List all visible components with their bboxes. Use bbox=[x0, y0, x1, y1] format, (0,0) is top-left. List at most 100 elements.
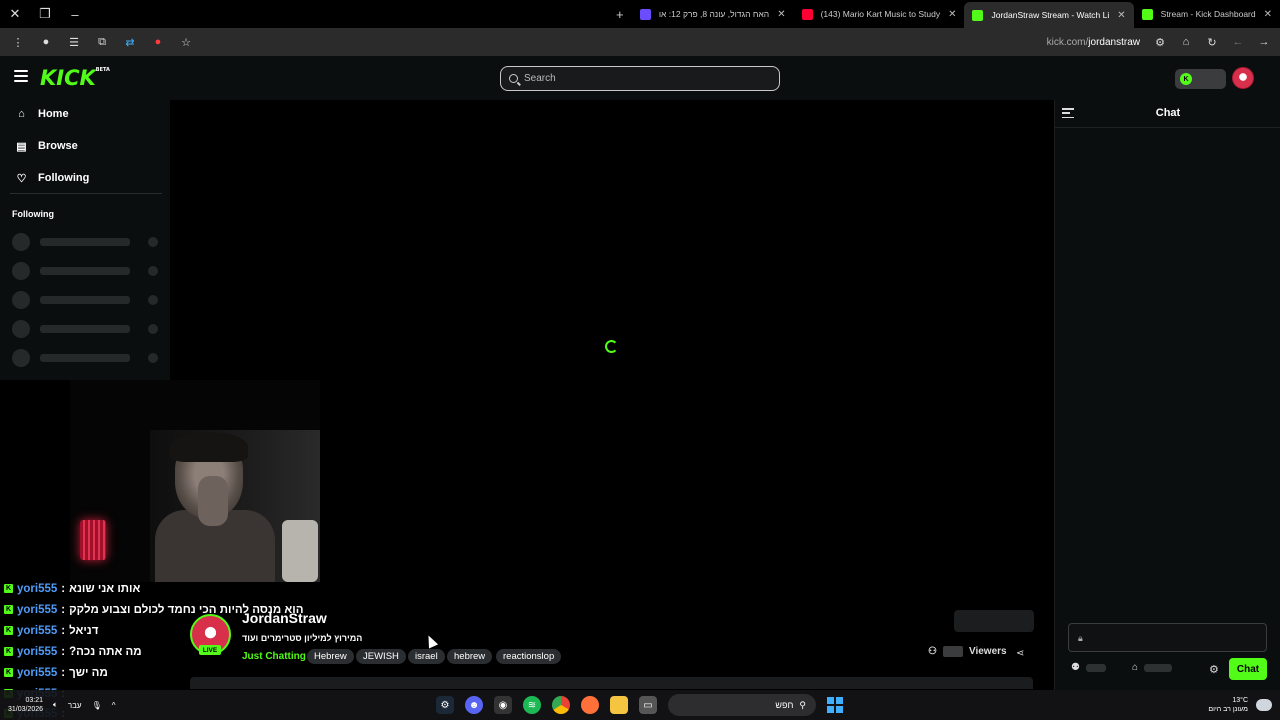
sidebar-item-label: Home bbox=[38, 108, 69, 120]
stream-tag[interactable]: hebrew bbox=[447, 649, 493, 664]
search-input[interactable] bbox=[524, 73, 754, 84]
window-close-icon[interactable]: ✕ bbox=[0, 0, 30, 28]
obs-icon[interactable]: ◉ bbox=[494, 696, 512, 714]
discord-icon[interactable]: ☻ bbox=[465, 696, 483, 714]
taskbar-clock[interactable]: 03:21 31/03/2026 bbox=[8, 696, 43, 714]
tab-close-icon[interactable]: ✕ bbox=[1117, 10, 1125, 21]
sidebar-item-home[interactable]: ⌂ Home bbox=[16, 108, 69, 120]
chat-tools: ⚉ ⌂ bbox=[1071, 662, 1173, 673]
channel-name[interactable]: JordanStraw bbox=[242, 610, 327, 626]
sidebar-item-following[interactable]: ♡ Following bbox=[16, 172, 90, 185]
home-browser-icon[interactable]: ⌂ bbox=[1176, 32, 1196, 52]
kick-logo[interactable]: KICKBETA bbox=[40, 66, 110, 90]
following-skeleton-item bbox=[12, 233, 162, 251]
viewers-number-placeholder bbox=[942, 646, 963, 657]
points-icon[interactable]: ⚉ bbox=[1071, 662, 1080, 673]
profile-icon[interactable]: ● bbox=[34, 30, 58, 54]
viewers-icon: ⚇ bbox=[928, 646, 937, 657]
chat-send-button[interactable]: Chat bbox=[1229, 658, 1267, 680]
sidebar-item-browse[interactable]: ▤ Browse bbox=[16, 140, 77, 153]
firefox-icon[interactable] bbox=[581, 696, 599, 714]
follow-button-placeholder[interactable] bbox=[954, 610, 1034, 632]
info-strip bbox=[190, 677, 1033, 689]
overlay-chat-message: Kyori555: דניאל bbox=[4, 624, 99, 637]
new-tab-button[interactable]: + bbox=[608, 7, 632, 22]
window-minimize-icon[interactable]: – bbox=[60, 0, 90, 28]
search-icon: ⚲ bbox=[799, 699, 806, 710]
weather-widget[interactable]: 13°C מעונן רב היום bbox=[1208, 696, 1248, 714]
stream-category[interactable]: Just Chatting bbox=[242, 651, 306, 662]
live-toggle[interactable]: K bbox=[1175, 69, 1226, 89]
channel13-favicon-icon bbox=[639, 8, 651, 20]
following-skeleton-item bbox=[12, 349, 162, 367]
extension-record-icon[interactable]: ● bbox=[146, 30, 170, 54]
user-avatar[interactable] bbox=[1232, 67, 1254, 89]
extensions-icon[interactable]: ⧉ bbox=[90, 30, 114, 54]
windows-start-icon[interactable] bbox=[827, 697, 843, 713]
app-window-icon[interactable]: ▭ bbox=[639, 696, 657, 714]
loading-spinner-icon bbox=[605, 340, 618, 353]
share-icon[interactable]: ⋖ bbox=[1016, 648, 1024, 659]
language-indicator[interactable]: עבר bbox=[68, 701, 82, 710]
store-placeholder bbox=[1144, 663, 1173, 672]
webcam-overlay bbox=[70, 380, 320, 582]
tab-mario-kart-music[interactable]: (143) Mario Kart Music to Study ✕ bbox=[794, 0, 965, 28]
sidebar-item-label: Following bbox=[38, 172, 90, 184]
taskbar-search[interactable]: חפש ⚲ bbox=[668, 694, 816, 716]
stream-tag[interactable]: Hebrew bbox=[307, 649, 354, 664]
chat-settings-icon[interactable]: ⚙ bbox=[1209, 663, 1219, 676]
volume-icon[interactable]: 🔈︎ bbox=[53, 700, 58, 710]
tab-close-icon[interactable]: ✕ bbox=[948, 9, 956, 20]
tab-close-icon[interactable]: ✕ bbox=[1264, 9, 1272, 20]
mouse-cursor bbox=[423, 633, 439, 649]
windows-taskbar: 03:21 31/03/2026 🔈︎ עבר 🎙︎ ^ ⚙ ☻ ◉ ≋ ▭ חפ… bbox=[0, 690, 1280, 720]
tab-jordanstraw-stream[interactable]: JordanStraw Stream - Watch Li ✕ bbox=[964, 2, 1134, 28]
tab-close-icon[interactable]: ✕ bbox=[777, 9, 785, 20]
kick-favicon-icon bbox=[972, 9, 984, 21]
kick-k-icon: K bbox=[4, 647, 13, 656]
kick-k-icon: K bbox=[4, 668, 13, 677]
sidebar-divider bbox=[10, 193, 162, 194]
chrome-icon[interactable] bbox=[552, 696, 570, 714]
file-explorer-icon[interactable] bbox=[610, 696, 628, 714]
steam-icon[interactable]: ⚙ bbox=[436, 696, 454, 714]
kick-header: KICKBETA bbox=[0, 56, 1280, 100]
stream-title: המירוץ למיליון סטרימרים ועוד bbox=[242, 633, 363, 643]
extension-translate-icon[interactable]: ⇄ bbox=[118, 30, 142, 54]
tab-title: (143) Mario Kart Music to Study bbox=[820, 9, 941, 19]
chevron-up-icon[interactable]: ^ bbox=[112, 701, 116, 710]
bookmark-star-icon[interactable]: ☆ bbox=[174, 30, 198, 54]
url-text[interactable]: kick.com/jordanstraw bbox=[1047, 37, 1140, 48]
points-placeholder bbox=[1085, 663, 1106, 672]
kick-k-icon: K bbox=[4, 626, 13, 635]
browser-menu-icon[interactable]: ⋮ bbox=[6, 30, 30, 54]
microphone-icon[interactable]: 🎙︎ bbox=[92, 701, 102, 710]
search-box[interactable] bbox=[500, 66, 780, 91]
tab-big-brother[interactable]: האח הגדול, עונה 8, פרק 12: או ✕ bbox=[632, 0, 794, 28]
stream-tag[interactable]: reactionslop bbox=[496, 649, 562, 664]
chat-title: Chat bbox=[1155, 107, 1181, 119]
following-skeleton-item bbox=[12, 262, 162, 280]
following-skeleton-item bbox=[12, 291, 162, 309]
forward-icon[interactable]: → bbox=[1254, 32, 1274, 52]
lock-icon: 🔒︎ bbox=[1078, 633, 1083, 643]
menu-icon[interactable] bbox=[14, 70, 28, 82]
sidebar: ⌂ Home ▤ Browse ♡ Following Following bbox=[0, 100, 170, 380]
search-icon bbox=[509, 74, 518, 83]
kick-favicon-icon bbox=[1141, 8, 1153, 20]
spotify-icon[interactable]: ≋ bbox=[523, 696, 541, 714]
overlay-chat-message: Kyori555: מה ישך bbox=[4, 666, 108, 679]
stream-tag[interactable]: JEWISH bbox=[356, 649, 406, 664]
stream-tag[interactable]: israel bbox=[408, 649, 445, 664]
site-settings-icon[interactable]: ⚙ bbox=[1150, 32, 1170, 52]
address-bar: ⋮ ● ☰ ⧉ ⇄ ● ☆ kick.com/jordanstraw ⚙ ⌂ ↻… bbox=[0, 28, 1280, 56]
store-icon[interactable]: ⌂ bbox=[1132, 662, 1138, 673]
tab-kick-dashboard[interactable]: Stream - Kick Dashboard ✕ bbox=[1134, 0, 1280, 28]
chat-input[interactable]: 🔒︎ bbox=[1068, 623, 1267, 652]
cloud-icon bbox=[1256, 699, 1272, 711]
window-restore-icon[interactable]: ❐ bbox=[30, 0, 60, 28]
tab-search-icon[interactable]: ☰ bbox=[62, 30, 86, 54]
home-icon: ⌂ bbox=[18, 108, 25, 120]
reload-icon[interactable]: ↻ bbox=[1202, 32, 1222, 52]
back-icon[interactable]: ← bbox=[1228, 32, 1248, 52]
